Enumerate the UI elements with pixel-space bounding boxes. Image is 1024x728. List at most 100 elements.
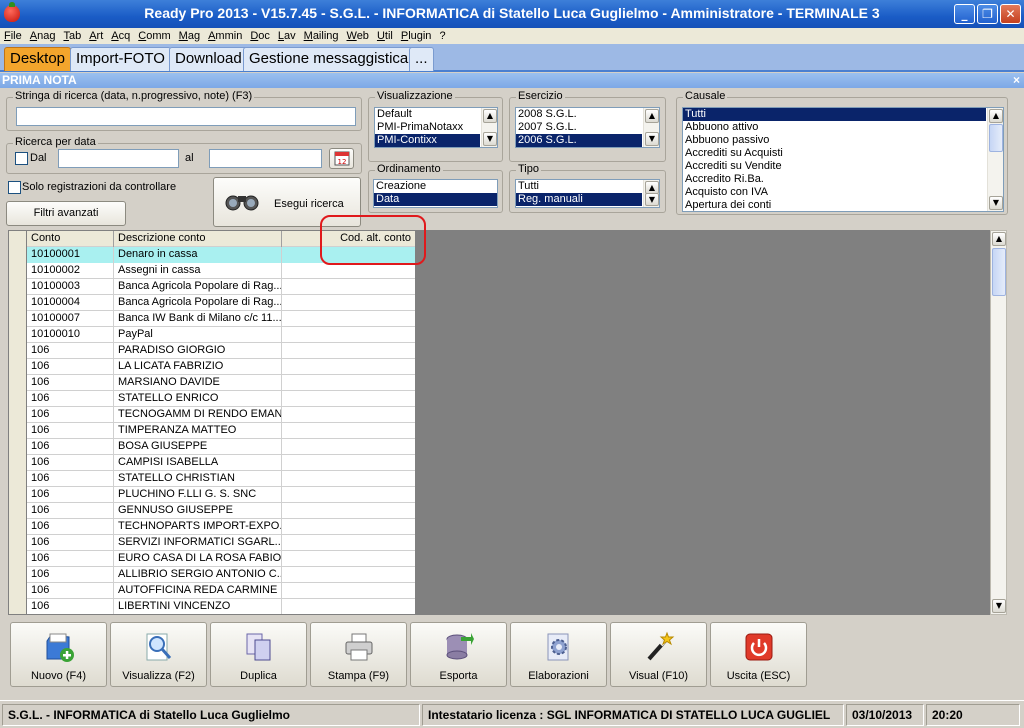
- esercizio-listbox[interactable]: 2008 S.G.L. 2007 S.G.L. 2006 S.G.L. ▲ ▼: [515, 107, 660, 148]
- row-selector[interactable]: [9, 551, 27, 567]
- tab-import-foto[interactable]: Import-FOTO: [70, 47, 171, 71]
- esercizio-option[interactable]: 2007 S.G.L.: [516, 121, 642, 134]
- nuovo-button[interactable]: Nuovo (F4): [10, 622, 107, 687]
- table-row[interactable]: 106 TECNOGAMM DI RENDO EMAN...: [9, 407, 415, 423]
- filtri-avanzati-button[interactable]: Filtri avanzati: [6, 201, 126, 226]
- tab-download[interactable]: Download: [169, 47, 248, 71]
- menu-tab[interactable]: Tab: [59, 28, 85, 44]
- menu-web[interactable]: Web: [343, 28, 373, 44]
- menu-lav[interactable]: Lav: [274, 28, 300, 44]
- row-selector[interactable]: [9, 471, 27, 487]
- row-selector[interactable]: [9, 583, 27, 599]
- table-row[interactable]: 10100002 Assegni in cassa: [9, 263, 415, 279]
- causale-option[interactable]: Acquisto con IVA: [683, 186, 986, 199]
- stampa-button[interactable]: Stampa (F9): [310, 622, 407, 687]
- menu-mailing[interactable]: Mailing: [300, 28, 343, 44]
- row-selector[interactable]: [9, 375, 27, 391]
- uscita-button[interactable]: Uscita (ESC): [710, 622, 807, 687]
- scroll-thumb[interactable]: [989, 124, 1003, 152]
- row-selector[interactable]: [9, 535, 27, 551]
- tab-gestione-messaggistica[interactable]: Gestione messaggistica: [243, 47, 415, 71]
- search-input[interactable]: [16, 107, 356, 126]
- tab-more[interactable]: ...: [409, 47, 434, 71]
- table-row[interactable]: 10100010 PayPal: [9, 327, 415, 343]
- table-row[interactable]: 106 TIMPERANZA MATTEO: [9, 423, 415, 439]
- menu-plugin[interactable]: Plugin: [397, 28, 436, 44]
- causale-option[interactable]: Tutti: [683, 108, 986, 121]
- table-row[interactable]: 106 ALLIBRIO SERGIO ANTONIO C...: [9, 567, 415, 583]
- scroll-down-icon[interactable]: ▼: [992, 599, 1006, 613]
- column-header-descrizione[interactable]: Descrizione conto: [114, 231, 282, 247]
- row-selector[interactable]: [9, 455, 27, 471]
- menu-mag[interactable]: Mag: [175, 28, 204, 44]
- esercizio-scrollbar[interactable]: ▲ ▼: [643, 108, 659, 147]
- scroll-thumb[interactable]: [992, 248, 1006, 296]
- menu-file[interactable]: File: [0, 28, 26, 44]
- scroll-up-icon[interactable]: ▲: [989, 109, 1003, 123]
- table-row[interactable]: 106 PARADISO GIORGIO: [9, 343, 415, 359]
- esercizio-option[interactable]: 2006 S.G.L.: [516, 134, 642, 147]
- table-row[interactable]: 106 STATELLO ENRICO: [9, 391, 415, 407]
- table-row[interactable]: 10100007 Banca IW Bank di Milano c/c 11..…: [9, 311, 415, 327]
- esercizio-option[interactable]: 2008 S.G.L.: [516, 108, 642, 121]
- scroll-up-icon[interactable]: ▲: [992, 232, 1006, 246]
- row-selector[interactable]: [9, 423, 27, 439]
- causale-option[interactable]: Apertura dei conti: [683, 199, 986, 211]
- elaborazioni-button[interactable]: Elaborazioni: [510, 622, 607, 687]
- date-to-input[interactable]: [209, 149, 322, 168]
- visualizzazione-option[interactable]: PMI-Contixx: [375, 134, 480, 147]
- visualizzazione-scrollbar[interactable]: ▲ ▼: [481, 108, 497, 147]
- causale-option[interactable]: Abbuono passivo: [683, 134, 986, 147]
- row-selector[interactable]: [9, 327, 27, 343]
- table-row[interactable]: 106 CAMPISI ISABELLA: [9, 455, 415, 471]
- row-selector[interactable]: [9, 311, 27, 327]
- tipo-option[interactable]: Reg. manuali: [516, 193, 642, 206]
- menu-util[interactable]: Util: [373, 28, 397, 44]
- scroll-up-icon[interactable]: ▲: [483, 109, 497, 123]
- menu-anag[interactable]: Anag: [26, 28, 60, 44]
- tipo-scrollbar[interactable]: ▲ ▼: [643, 180, 659, 207]
- menu-acq[interactable]: Acq: [107, 28, 134, 44]
- duplica-button[interactable]: Duplica: [210, 622, 307, 687]
- table-row[interactable]: 106 PLUCHINO F.LLI G. S. SNC: [9, 487, 415, 503]
- scroll-up-icon[interactable]: ▲: [645, 109, 659, 123]
- row-selector[interactable]: [9, 487, 27, 503]
- causale-option[interactable]: Abbuono attivo: [683, 121, 986, 134]
- scroll-down-icon[interactable]: ▼: [645, 132, 659, 146]
- menu-ammin[interactable]: Ammin: [204, 28, 246, 44]
- visual-button[interactable]: Visual (F10): [610, 622, 707, 687]
- esporta-button[interactable]: Esporta: [410, 622, 507, 687]
- table-row[interactable]: 106 MARSIANO DAVIDE: [9, 375, 415, 391]
- row-selector[interactable]: [9, 439, 27, 455]
- menu-help[interactable]: ?: [435, 28, 449, 44]
- row-selector[interactable]: [9, 519, 27, 535]
- visualizzazione-option[interactable]: PMI-PrimaNotaxx: [375, 121, 480, 134]
- menu-art[interactable]: Art: [85, 28, 107, 44]
- causale-listbox[interactable]: Tutti Abbuono attivo Abbuono passivo Accred…: [682, 107, 1004, 212]
- row-selector[interactable]: [9, 263, 27, 279]
- tipo-option[interactable]: Tutti: [516, 180, 642, 193]
- ordinamento-option[interactable]: Creazione: [374, 180, 497, 193]
- table-row[interactable]: 106 BOSA GIUSEPPE: [9, 439, 415, 455]
- menu-comm[interactable]: Comm: [134, 28, 174, 44]
- row-selector[interactable]: [9, 599, 27, 614]
- row-selector[interactable]: [9, 343, 27, 359]
- scroll-down-icon[interactable]: ▼: [483, 132, 497, 146]
- table-row[interactable]: 106 AUTOFFICINA REDA CARMINE: [9, 583, 415, 599]
- row-selector[interactable]: [9, 391, 27, 407]
- minimize-button[interactable]: _: [954, 4, 975, 24]
- solo-registrazioni-checkbox[interactable]: [8, 181, 21, 194]
- maximize-button[interactable]: ❐: [977, 4, 998, 24]
- table-row[interactable]: 106 SERVIZI INFORMATICI SGARL...: [9, 535, 415, 551]
- causale-option[interactable]: Accredito Ri.Ba.: [683, 173, 986, 186]
- table-row[interactable]: 106 LIBERTINI VINCENZO: [9, 599, 415, 614]
- table-row[interactable]: 106 EURO CASA DI LA ROSA FABIO: [9, 551, 415, 567]
- row-selector[interactable]: [9, 503, 27, 519]
- row-selector[interactable]: [9, 295, 27, 311]
- table-row[interactable]: 106 STATELLO CHRISTIAN: [9, 471, 415, 487]
- tipo-listbox[interactable]: Tutti Reg. manuali ▲ ▼: [515, 179, 660, 208]
- calendar-button[interactable]: 12: [329, 148, 354, 169]
- causale-option[interactable]: Accrediti su Vendite: [683, 160, 986, 173]
- visualizzazione-listbox[interactable]: Default PMI-PrimaNotaxx PMI-Contixx ▲ ▼: [374, 107, 498, 148]
- row-selector[interactable]: [9, 407, 27, 423]
